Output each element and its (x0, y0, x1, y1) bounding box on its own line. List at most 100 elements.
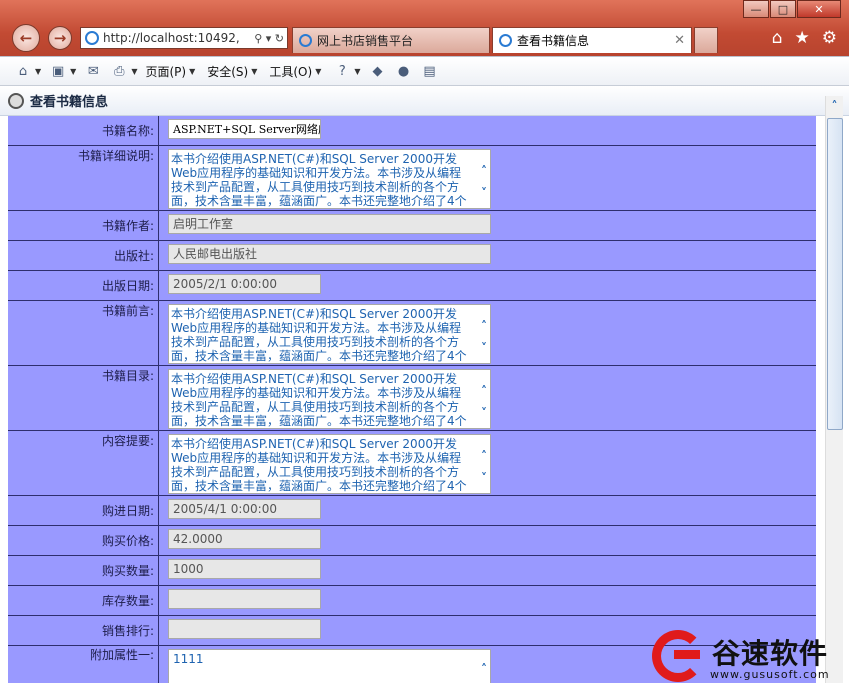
minimize-button[interactable]: — (743, 0, 769, 18)
chevron-up-icon[interactable]: ˄ (481, 449, 487, 463)
chevron-up-icon[interactable]: ˄ (481, 384, 487, 398)
brand-logo-bar (674, 650, 700, 659)
maximize-button[interactable]: □ (770, 0, 796, 18)
scrollbar-thumb[interactable] (827, 118, 843, 430)
home-menu[interactable]: ⌂ ▼ (14, 63, 41, 79)
search-refresh-icons[interactable]: ⚲ ▾ ↻ (254, 32, 287, 45)
window-controls: — □ ✕ (742, 0, 841, 18)
stock-field[interactable] (168, 589, 321, 609)
safety-menu[interactable]: 安全(S) ▼ (207, 63, 257, 80)
research-button[interactable]: ◆ (369, 63, 387, 79)
extra-textarea[interactable]: 1111 ˄ (168, 649, 491, 683)
page-menu[interactable]: 页面(P) ▼ (145, 63, 195, 80)
chevron-down-icon: ▼ (70, 66, 77, 76)
preface-text: 本书介绍使用ASP.NET(C#)和SQL Server 2000开发Web应用… (171, 307, 467, 363)
chevron-down-icon[interactable]: ˅ (481, 406, 487, 420)
row-price: 购买价格: 42.0000 (8, 526, 816, 556)
row-publisher: 出版社: 人民邮电出版社 (8, 241, 816, 271)
row-book-name: 书籍名称: ASP.NET+SQL Server网络应| (8, 116, 816, 146)
author-field[interactable]: 启明工作室 (168, 214, 491, 234)
row-summary: 内容提要: 本书介绍使用ASP.NET(C#)和SQL Server 2000开… (8, 431, 816, 496)
print-menu[interactable]: ⎙ ▼ (110, 63, 137, 79)
price-label: 购买价格: (8, 526, 159, 555)
page-menu-label: 页面(P) (145, 64, 187, 79)
publisher-field[interactable]: 人民邮电出版社 (168, 244, 491, 264)
watermark: 谷速软件 www.gususoft.com (652, 630, 849, 683)
addon-icon: ▤ (423, 63, 436, 79)
back-button[interactable]: ← (12, 24, 40, 52)
gear-icon[interactable]: ⚙ (822, 28, 837, 48)
page-header: 查看书籍信息 (0, 86, 849, 116)
feeds-menu[interactable]: ▣ ▼ (49, 63, 76, 79)
summary-textarea[interactable]: 本书介绍使用ASP.NET(C#)和SQL Server 2000开发Web应用… (168, 434, 491, 494)
chevron-down-icon: ▼ (131, 66, 138, 76)
preface-label: 书籍前言: (8, 301, 159, 365)
chevron-down-icon: ▼ (35, 66, 42, 76)
mail-button[interactable]: ✉ (84, 63, 102, 79)
chevron-down-icon[interactable]: ˅ (481, 471, 487, 485)
ie-icon (499, 34, 512, 47)
browser-titlebar: — □ ✕ ← → http://localhost:10492, ⚲ ▾ ↻ … (0, 0, 849, 56)
tab-label: 网上书店销售平台 (317, 34, 414, 48)
favorites-star-icon[interactable]: ★ (795, 28, 810, 48)
detail-text: 本书介绍使用ASP.NET(C#)和SQL Server 2000开发Web应用… (171, 152, 467, 208)
close-button[interactable]: ✕ (797, 0, 841, 18)
back-arrow-icon: ← (19, 29, 33, 47)
forward-button[interactable]: → (48, 26, 72, 50)
chevron-down-icon: ▼ (189, 66, 196, 76)
book-name-label: 书籍名称: (8, 116, 159, 145)
mail-icon: ✉ (87, 63, 99, 79)
row-pubdate: 出版日期: 2005/2/1 0:00:00 (8, 271, 816, 301)
chevron-down-icon[interactable]: ˅ (481, 341, 487, 355)
safety-menu-label: 安全(S) (207, 64, 249, 79)
preface-textarea[interactable]: 本书介绍使用ASP.NET(C#)和SQL Server 2000开发Web应用… (168, 304, 491, 364)
rank-label: 销售排行: (8, 616, 159, 645)
toc-label: 书籍目录: (8, 366, 159, 430)
chevron-down-icon[interactable]: ˅ (481, 186, 487, 200)
messenger-button[interactable]: ● (395, 63, 413, 79)
home-icon: ⌂ (18, 63, 28, 79)
chevron-down-icon: ▼ (315, 66, 322, 76)
address-url[interactable]: http://localhost:10492, (103, 31, 254, 45)
extra-text: 1111 (173, 652, 204, 666)
addon-button[interactable]: ▤ (421, 63, 439, 79)
gear-icon (8, 92, 24, 109)
qty-label: 购买数量: (8, 556, 159, 585)
home-icon[interactable]: ⌂ (772, 28, 783, 48)
stock-label: 库存数量: (8, 586, 159, 615)
rank-field[interactable] (168, 619, 321, 639)
chevron-down-icon: ▼ (251, 66, 258, 76)
summary-text: 本书介绍使用ASP.NET(C#)和SQL Server 2000开发Web应用… (171, 437, 467, 493)
pubdate-field[interactable]: 2005/2/1 0:00:00 (168, 274, 321, 294)
help-menu[interactable]: ? ▼ (333, 63, 361, 79)
address-bar[interactable]: http://localhost:10492, ⚲ ▾ ↻ (80, 27, 288, 49)
scroll-up-icon[interactable]: ˄ (826, 96, 843, 116)
row-stock: 库存数量: (8, 586, 816, 616)
chevron-up-icon[interactable]: ˄ (481, 164, 487, 178)
qty-field[interactable]: 1000 (168, 559, 321, 579)
ie-icon (85, 31, 99, 45)
chevron-up-icon[interactable]: ˄ (481, 319, 487, 333)
ie-icon (299, 34, 312, 47)
close-tab-icon[interactable]: ✕ (674, 33, 685, 48)
page-content: 查看书籍信息 书籍名称: ASP.NET+SQL Server网络应| 书籍详细… (0, 86, 849, 683)
vertical-scrollbar[interactable]: ˄ (825, 96, 843, 683)
pubdate-label: 出版日期: (8, 271, 159, 300)
author-label: 书籍作者: (8, 211, 159, 240)
book-name-field[interactable]: ASP.NET+SQL Server网络应| (168, 119, 321, 139)
buydate-field[interactable]: 2005/4/1 0:00:00 (168, 499, 321, 519)
tab-bookstore[interactable]: 网上书店销售平台 (292, 27, 490, 53)
browser-right-icons: ⌂ ★ ⚙ (772, 28, 837, 48)
row-buydate: 购进日期: 2005/4/1 0:00:00 (8, 496, 816, 526)
chevron-up-icon[interactable]: ˄ (481, 662, 487, 676)
tools-menu[interactable]: 工具(O) ▼ (269, 63, 321, 80)
help-icon: ? (338, 63, 346, 79)
new-tab-button[interactable] (694, 27, 718, 53)
price-field[interactable]: 42.0000 (168, 529, 321, 549)
chevron-down-icon: ▼ (354, 66, 361, 76)
printer-icon: ⎙ (114, 63, 125, 79)
tab-book-info[interactable]: 查看书籍信息 ✕ (492, 27, 692, 53)
detail-textarea[interactable]: 本书介绍使用ASP.NET(C#)和SQL Server 2000开发Web应用… (168, 149, 491, 209)
publisher-label: 出版社: (8, 241, 159, 270)
toc-textarea[interactable]: 本书介绍使用ASP.NET(C#)和SQL Server 2000开发Web应用… (168, 369, 491, 429)
